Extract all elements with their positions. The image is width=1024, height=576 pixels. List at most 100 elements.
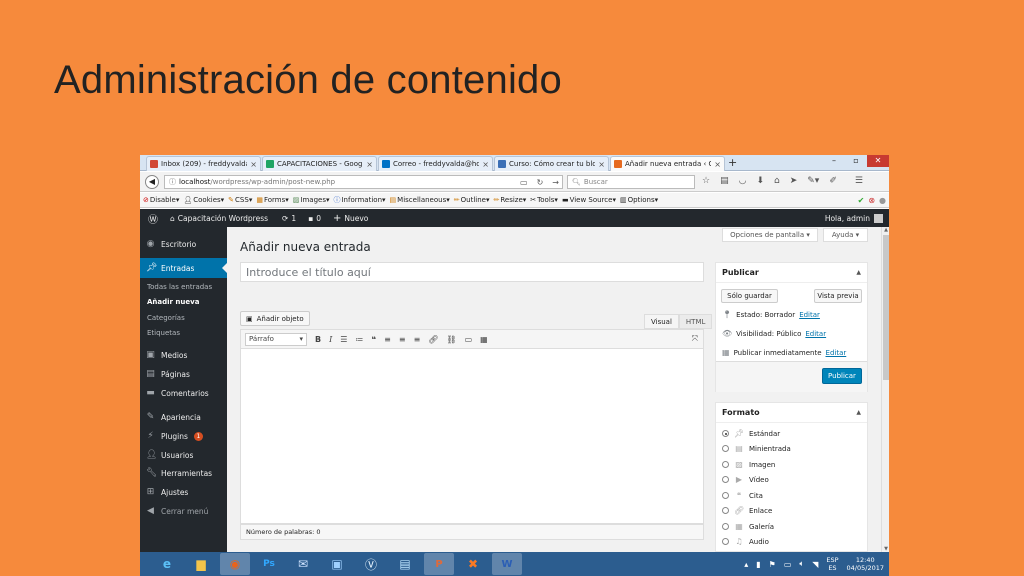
wd-images[interactable]: ▨ Images▾ <box>293 196 330 204</box>
radio[interactable] <box>722 523 729 530</box>
bold-icon[interactable]: B <box>315 335 321 344</box>
close-icon[interactable]: × <box>598 160 605 169</box>
bookmark-star-icon[interactable]: ☆ <box>702 176 710 186</box>
edit-schedule-link[interactable]: Editar <box>826 349 847 357</box>
radio[interactable] <box>722 445 729 452</box>
wd-options[interactable]: ▥ Options▾ <box>620 196 658 204</box>
go-icon[interactable]: → <box>552 178 559 187</box>
menu-medios[interactable]: ▣ Medios <box>140 345 227 365</box>
reader-view-icon[interactable]: ▭ <box>520 178 528 187</box>
radio[interactable] <box>722 461 729 468</box>
wd-css[interactable]: ✎ CSS▾ <box>228 196 252 204</box>
updates-link[interactable]: ⟳ 1 <box>282 214 296 223</box>
radio[interactable] <box>722 507 729 514</box>
format-option-aside[interactable]: ▤ Minientrada <box>722 444 791 453</box>
wd-tools[interactable]: ✂ Tools▾ <box>530 196 558 204</box>
radio[interactable] <box>722 476 729 483</box>
photoshop-icon[interactable]: Ps <box>254 553 284 575</box>
radio[interactable] <box>722 538 729 545</box>
tab-outlook[interactable]: Correo - freddyvalda@hotm × <box>378 156 493 171</box>
minimize-button[interactable]: – <box>823 155 845 167</box>
italic-icon[interactable]: I <box>329 335 332 344</box>
format-select[interactable]: Párrafo ▾ <box>245 332 307 346</box>
radio-selected[interactable] <box>722 430 729 437</box>
collapse-arrow-icon[interactable]: ▲ <box>856 269 861 276</box>
network-icon[interactable]: ▮ <box>756 560 760 569</box>
format-option-audio[interactable]: ♫ Audio <box>722 537 769 546</box>
wd-forms[interactable]: ▦ Forms▾ <box>256 196 288 204</box>
wordpress-logo-icon[interactable]: Ⓦ <box>148 211 158 226</box>
menu-paginas[interactable]: ▤ Páginas <box>140 364 227 384</box>
submenu-todas-las-entradas[interactable]: Todas las entradas <box>140 283 227 291</box>
word-icon[interactable]: W <box>492 553 522 575</box>
maximize-button[interactable]: ▫ <box>845 155 867 167</box>
tab-google-drive[interactable]: CAPACITACIONES - Google × <box>262 156 377 171</box>
preview-button[interactable]: Vista previa <box>814 289 862 303</box>
menu-apariencia[interactable]: ✎ Apariencia <box>140 407 227 427</box>
firefox-icon[interactable]: ◉ <box>220 553 250 575</box>
wd-view-source[interactable]: ▬ View Source▾ <box>562 196 616 204</box>
scroll-up-icon[interactable]: ▲ <box>882 227 889 233</box>
radio[interactable] <box>722 492 729 499</box>
pin-toolbar-icon[interactable]: ✐ <box>829 176 837 186</box>
clock[interactable]: 12:40 04/05/2017 <box>847 556 884 572</box>
new-content-link[interactable]: + Nuevo <box>333 213 368 224</box>
download-icon[interactable]: ⬇ <box>756 176 764 186</box>
close-icon[interactable]: × <box>714 160 721 169</box>
scrollbar-thumb[interactable] <box>883 235 889 380</box>
menu-herramientas[interactable]: 🔧︎ Herramientas <box>140 463 227 483</box>
wd-information[interactable]: ⓘ Information▾ <box>333 195 385 205</box>
thunderbird-icon[interactable]: ✉ <box>288 553 318 575</box>
bullet-list-icon[interactable]: ☰ <box>340 335 347 344</box>
edit-visibility-link[interactable]: Editar <box>805 330 826 338</box>
notepad-icon[interactable]: ▤ <box>390 553 420 575</box>
format-box-header[interactable]: Formato ▲ <box>716 403 867 423</box>
tab-course[interactable]: Curso: Cómo crear tu blog c × <box>494 156 609 171</box>
publish-box-header[interactable]: Publicar ▲ <box>716 263 867 283</box>
blockquote-icon[interactable]: ❝ <box>371 335 376 344</box>
post-title-input[interactable]: Introduce el título aquí <box>240 262 704 282</box>
format-option-quote[interactable]: ❝ Cita <box>722 491 763 500</box>
menu-escritorio[interactable]: ◉ Escritorio <box>140 234 227 254</box>
flag-icon[interactable]: ⚑ <box>769 560 776 569</box>
wd-disable[interactable]: ⊘ Disable▾ <box>143 196 179 204</box>
pocket-icon[interactable]: ◡ <box>739 176 747 186</box>
menu-entradas[interactable]: 📌︎ Entradas <box>140 258 227 278</box>
publish-button[interactable]: Publicar <box>822 368 862 384</box>
account-menu[interactable]: Hola, admin <box>825 213 883 223</box>
volume-icon[interactable]: 🔈︎ <box>799 559 804 569</box>
wd-cookies[interactable]: 👤︎ Cookies▾ <box>183 196 224 204</box>
align-left-icon[interactable]: ≡ <box>384 335 391 344</box>
xampp-icon[interactable]: ✖ <box>458 553 488 575</box>
collapse-arrow-icon[interactable]: ▲ <box>856 409 861 416</box>
close-window-button[interactable]: ✕ <box>867 155 889 167</box>
wd-outline[interactable]: ✏ Outline▾ <box>454 196 490 204</box>
edit-status-link[interactable]: Editar <box>799 311 820 319</box>
save-draft-button[interactable]: Sólo guardar <box>721 289 778 303</box>
format-option-video[interactable]: ▶ Vídeo <box>722 475 769 484</box>
format-option-link[interactable]: 🔗︎ Enlace <box>722 506 772 515</box>
align-center-icon[interactable]: ≡ <box>399 335 406 344</box>
close-icon[interactable]: × <box>482 160 489 169</box>
menu-icon[interactable]: ☰ <box>855 176 863 186</box>
status-icon[interactable]: ● <box>879 196 886 205</box>
align-right-icon[interactable]: ≡ <box>414 335 421 344</box>
new-tab-button[interactable]: + <box>728 156 737 169</box>
tab-html[interactable]: HTML <box>678 314 713 329</box>
submenu-categorias[interactable]: Categorías <box>140 314 227 322</box>
error-icon[interactable]: ⊗ <box>868 196 875 205</box>
link-icon[interactable]: 🔗︎ <box>428 335 438 344</box>
back-button[interactable]: ◀ <box>145 174 159 189</box>
tab-visual[interactable]: Visual <box>644 314 679 329</box>
menu-plugins[interactable]: ⚡︎ Plugins 1 <box>140 426 227 446</box>
app-v-icon[interactable]: Ⓥ <box>356 553 386 575</box>
read-more-icon[interactable]: ▭ <box>465 335 473 344</box>
close-icon[interactable]: × <box>366 160 373 169</box>
menu-usuarios[interactable]: 👤︎ Usuarios <box>140 445 227 465</box>
fullscreen-icon[interactable]: ⤧ <box>692 334 698 344</box>
show-hidden-icons-icon[interactable]: ▴ <box>744 560 748 569</box>
content-editor[interactable] <box>240 349 704 524</box>
toolbar-toggle-icon[interactable]: ▦ <box>480 335 488 344</box>
wd-miscellaneous[interactable]: ▤ Miscellaneous▾ <box>390 196 450 204</box>
tab-gmail[interactable]: Inbox (209) - freddyvalda@g × <box>146 156 261 171</box>
